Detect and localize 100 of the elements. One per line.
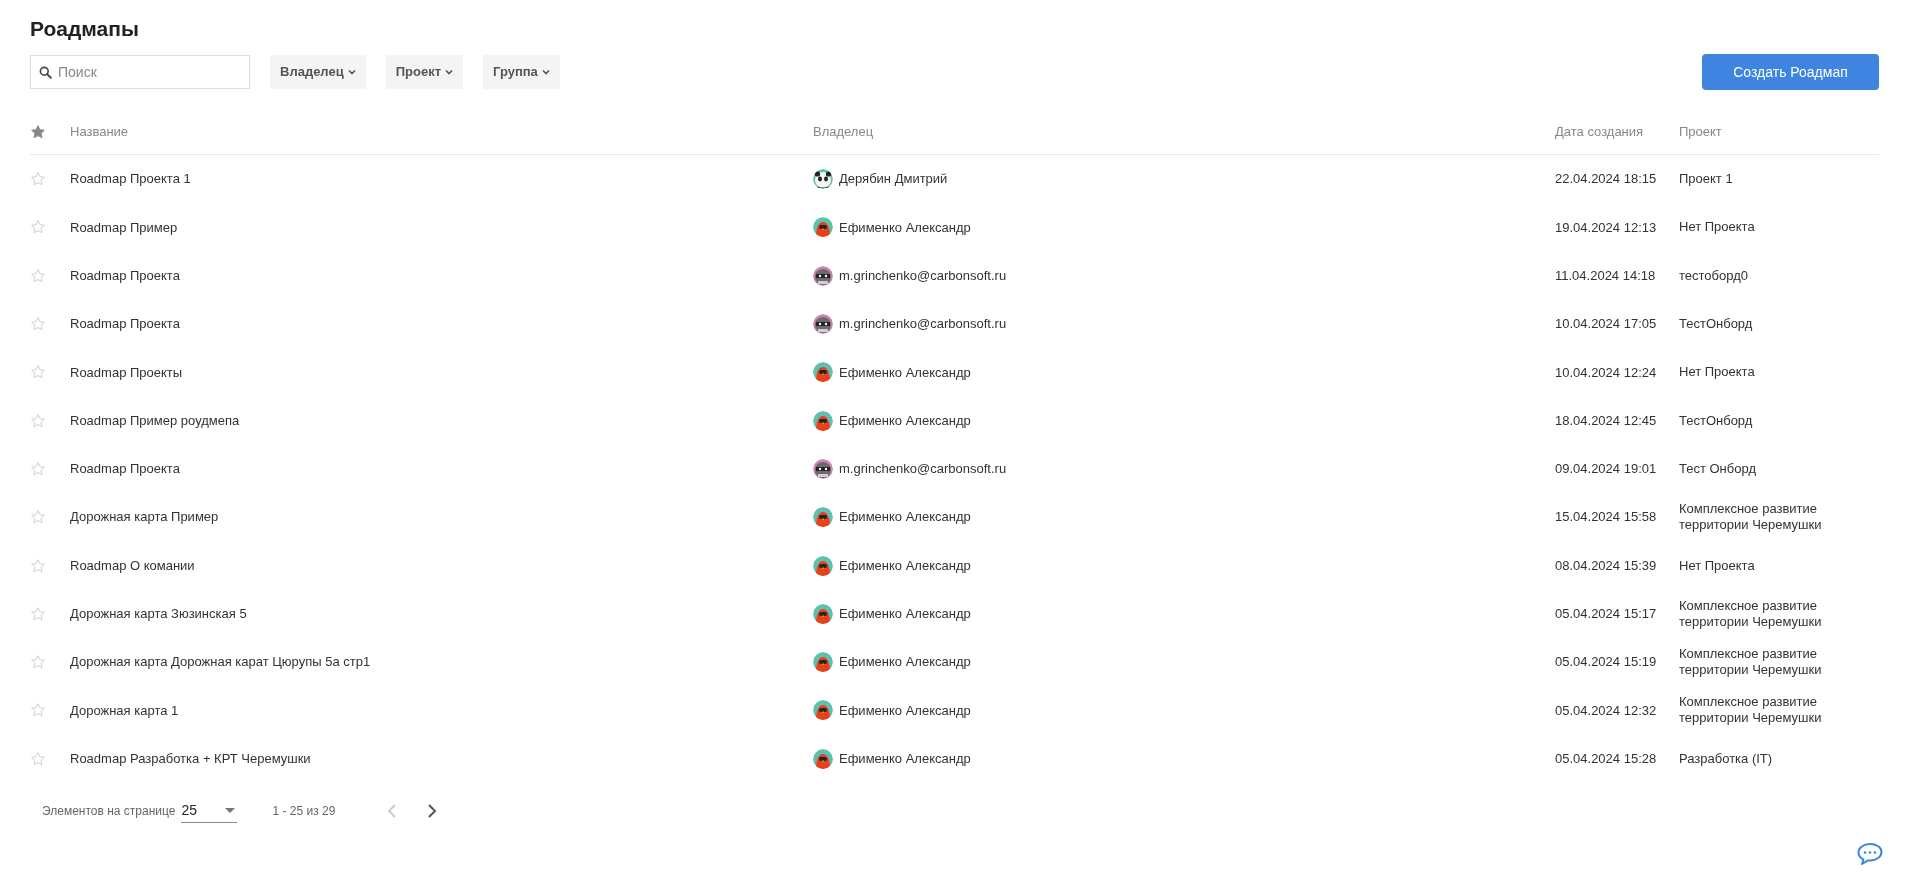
project-name: Нет Проекта [1679, 364, 1756, 381]
page-size-select[interactable]: 25 [181, 798, 238, 823]
favorite-star-icon[interactable] [30, 316, 46, 333]
favorite-star-icon[interactable] [30, 605, 46, 622]
owner-name: Ефименко Александр [839, 653, 971, 672]
project-name: Разработка (IT) [1679, 750, 1774, 767]
owner-name: Ефименко Александр [839, 508, 971, 527]
owner-name: Ефименко Александр [839, 363, 971, 382]
owner-name: m.grinchenko@carbonsoft.ru [839, 267, 1007, 285]
favorite-star-icon[interactable] [30, 654, 46, 671]
search-icon [39, 66, 52, 79]
project-name: ТестОнборд [1679, 316, 1754, 333]
roadmap-name[interactable]: Roadmap Проекты [70, 362, 183, 383]
column-header[interactable]: Название [70, 121, 129, 142]
roadmap-name[interactable]: Roadmap Проекта [70, 314, 180, 334]
favorite-star-icon[interactable] [30, 702, 46, 719]
project-name: Нет Проекта [1679, 219, 1756, 236]
owner-name: m.grinchenko@carbonsoft.ru [839, 460, 1007, 479]
avatar-icon [813, 555, 833, 576]
search-field[interactable]: Поиск [30, 55, 250, 89]
column-header[interactable]: Проект [1679, 121, 1722, 142]
created-date: 05.04.2024 15:28 [1555, 749, 1657, 768]
avatar-icon [813, 748, 833, 769]
favorite-star-icon[interactable] [30, 171, 46, 188]
created-date: 05.04.2024 15:19 [1555, 653, 1657, 672]
roadmap-name[interactable]: Дорожная карта Пример [70, 507, 219, 527]
favorite-star-icon[interactable] [30, 750, 46, 767]
avatar-icon [813, 265, 833, 286]
project-name: Комплексное развитие территории Черемушки [1679, 597, 1823, 630]
owner-name: Ефименко Александр [839, 701, 971, 720]
favorite-star-icon[interactable] [30, 460, 46, 477]
roadmap-name[interactable]: Roadmap О комании [70, 555, 195, 576]
project-name: Комплексное развитие территории Черемушки [1679, 694, 1823, 727]
avatar-icon [813, 314, 833, 335]
created-date: 05.04.2024 12:32 [1555, 701, 1657, 720]
favorite-star-icon[interactable] [30, 509, 46, 526]
filter-dropdown[interactable]: Владелец [270, 55, 366, 89]
avatar-icon [813, 700, 833, 721]
roadmap-name[interactable]: Roadmap Проекта 1 [70, 169, 191, 189]
page-size-label: Элементов на странице [42, 802, 176, 820]
avatar-icon [813, 217, 833, 238]
created-date: 08.04.2024 15:39 [1555, 556, 1657, 575]
avatar-icon [813, 458, 833, 479]
chevron-down-icon [347, 69, 356, 75]
favorite-star-icon[interactable] [30, 219, 46, 236]
create-roadmap-button[interactable]: Создать Роадмап [1702, 54, 1879, 90]
avatar-icon [813, 507, 833, 528]
created-date: 10.04.2024 17:05 [1555, 315, 1657, 334]
owner-name: Ефименко Александр [839, 411, 971, 430]
chevron-down-icon [445, 69, 453, 75]
created-date: 19.04.2024 12:13 [1555, 218, 1657, 237]
created-date: 18.04.2024 12:45 [1555, 411, 1657, 430]
filter-dropdown[interactable]: Группа [483, 55, 560, 89]
roadmap-name[interactable]: Roadmap Пример роудмепа [70, 410, 240, 431]
favorite-star-icon[interactable] [30, 267, 46, 284]
project-name: Нет Проекта [1679, 557, 1756, 574]
roadmap-name[interactable]: Дорожная карта 1 [70, 700, 179, 721]
dropdown-caret-icon [225, 807, 236, 813]
favorite-star-icon[interactable] [30, 557, 46, 574]
avatar-icon [813, 652, 833, 673]
column-header[interactable]: Владелец [813, 121, 874, 142]
project-name: Комплексное развитие территории Черемушки [1679, 646, 1823, 679]
favorite-star-icon[interactable] [30, 364, 46, 381]
created-date: 09.04.2024 19:01 [1555, 460, 1657, 479]
column-header[interactable]: Дата создания [1555, 121, 1644, 142]
owner-name: m.grinchenko@carbonsoft.ru [839, 315, 1007, 334]
avatar-icon [813, 410, 833, 431]
created-date: 11.04.2024 14:18 [1555, 267, 1656, 285]
favorite-column-star-icon[interactable] [30, 123, 46, 140]
owner-name: Ефименко Александр [839, 605, 971, 624]
avatar-icon [813, 603, 833, 624]
favorite-star-icon[interactable] [30, 412, 46, 429]
roadmap-name[interactable]: Roadmap Пример [70, 217, 178, 238]
chevron-right-icon [427, 802, 438, 819]
project-name: Тест Онборд [1679, 460, 1757, 477]
avatar-icon [813, 169, 833, 190]
roadmap-name[interactable]: Roadmap Проекта [70, 266, 180, 286]
page-range: 1 - 25 из 29 [272, 802, 336, 820]
chevron-down-icon [541, 69, 550, 75]
project-name: ТестОнборд [1679, 412, 1754, 429]
created-date: 05.04.2024 15:17 [1555, 605, 1657, 624]
created-date: 15.04.2024 15:58 [1555, 508, 1657, 527]
project-name: Комплексное развитие территории Черемушки [1679, 501, 1823, 534]
chevron-left-icon [387, 802, 398, 819]
roadmap-name[interactable]: Roadmap Проекта [70, 459, 180, 479]
created-date: 22.04.2024 18:15 [1555, 170, 1657, 189]
owner-name: Ефименко Александр [839, 218, 971, 237]
owner-name: Ефименко Александр [839, 749, 971, 768]
chat-icon[interactable] [1856, 842, 1884, 866]
roadmap-name[interactable]: Дорожная карта Зюзинская 5 [70, 604, 247, 624]
created-date: 10.04.2024 12:24 [1555, 363, 1657, 382]
project-name: тестоборд0 [1679, 267, 1749, 284]
owner-name: Ефименко Александр [839, 556, 971, 575]
roadmap-name[interactable]: Дорожная карта Дорожная карат Цюрупы 5а стр1 [70, 652, 371, 672]
owner-name: Дерябин Дмитрий [839, 170, 948, 189]
roadmap-name[interactable]: Roadmap Разработка + КРТ Черемушки [70, 748, 311, 769]
page-title: Роадмапы [30, 16, 140, 42]
filter-dropdown[interactable]: Проект [385, 55, 463, 89]
project-name: Проект 1 [1679, 171, 1734, 188]
avatar-icon [813, 362, 833, 383]
